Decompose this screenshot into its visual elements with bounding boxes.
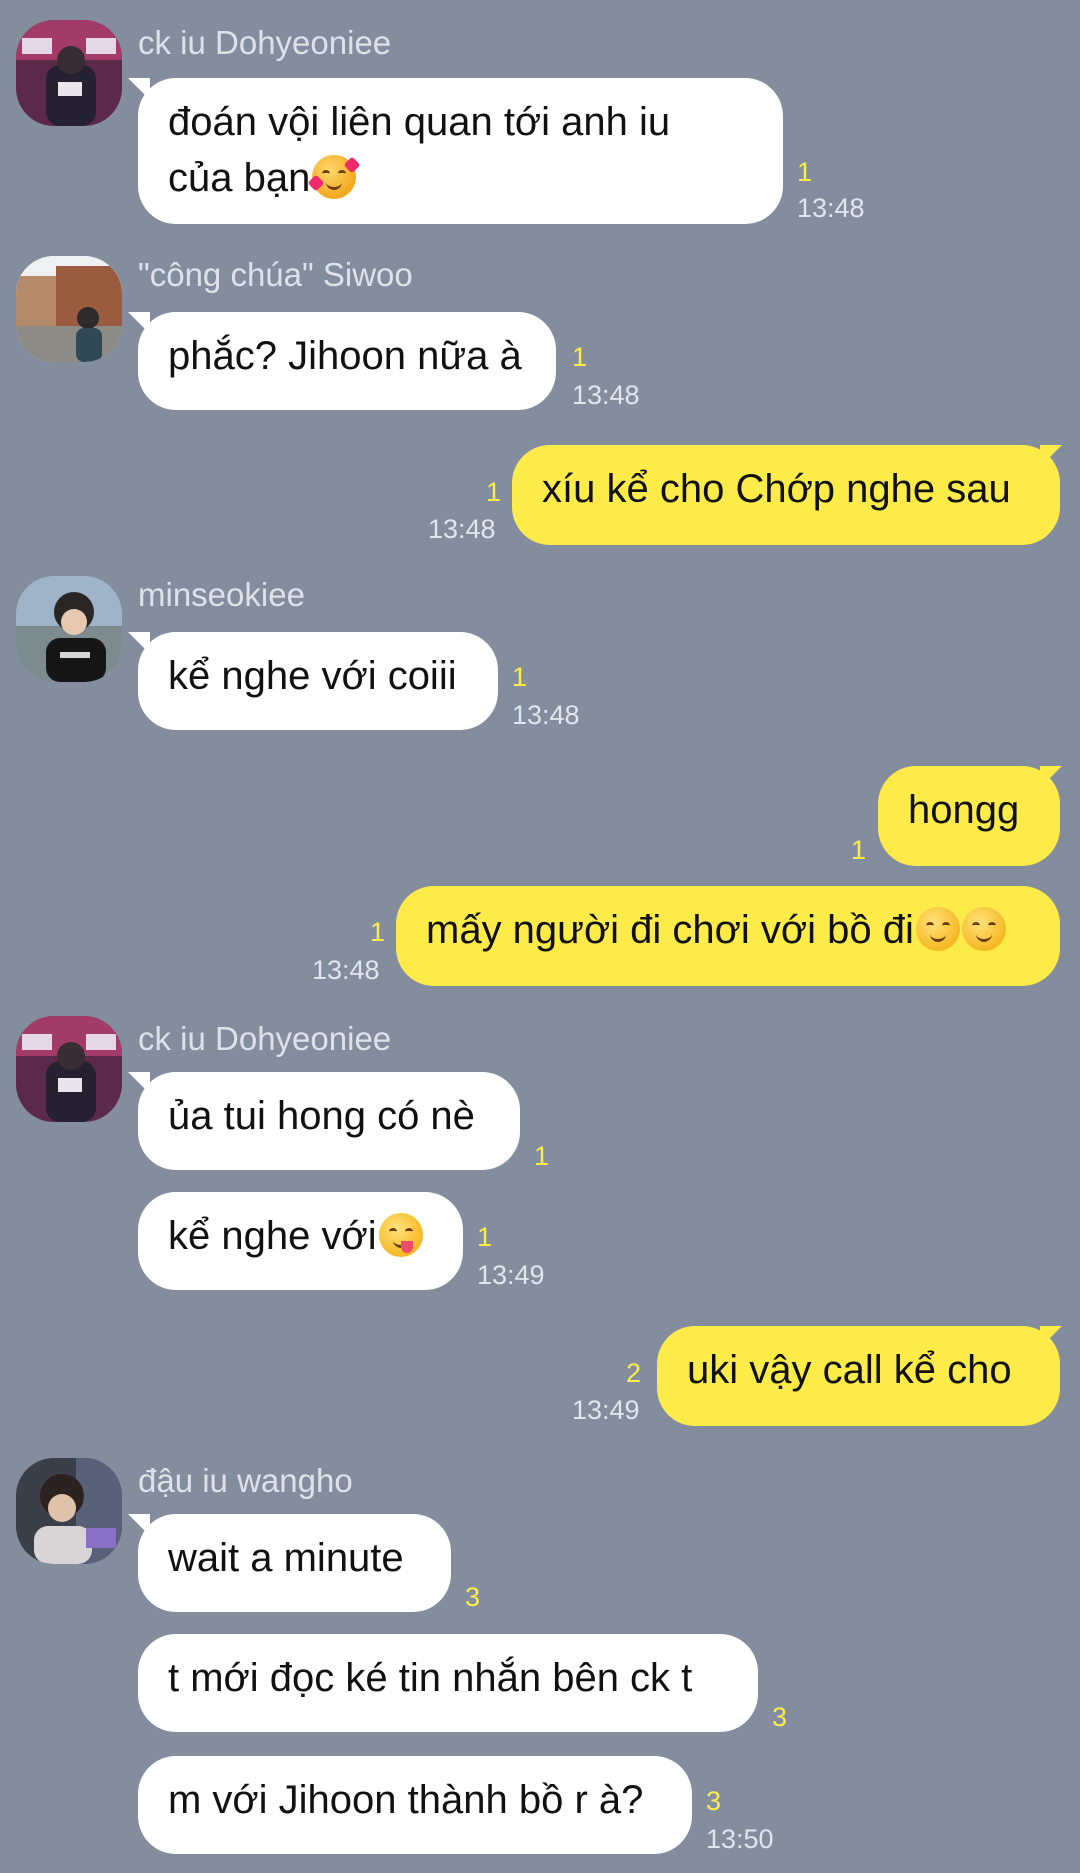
message-text: t mới đọc ké tin nhắn bên ck t: [168, 1656, 693, 1700]
message-text-line: đoán vội liên quan tới anh iu: [168, 100, 671, 144]
message-timestamp: 13:49: [477, 1260, 545, 1290]
unread-count: 1: [534, 1141, 550, 1171]
avatar-minseokiee[interactable]: [16, 576, 122, 682]
message-timestamp: 13:49: [572, 1395, 640, 1425]
unread-count: 1: [370, 917, 386, 947]
sender-name: đậu iu wangho: [138, 1462, 353, 1499]
message-text: kể nghe với: [168, 1214, 377, 1258]
message-text: m với Jihoon thành bồ r à?: [168, 1778, 644, 1822]
unread-count: 1: [851, 835, 867, 865]
unread-count: 1: [512, 662, 528, 692]
message-text: phắc? Jihoon nữa à: [168, 334, 522, 378]
smirking-face-emoji: [915, 907, 960, 951]
unread-count: 3: [706, 1786, 722, 1816]
message-bubble-incoming[interactable]: m với Jihoon thành bồ r à?: [138, 1756, 692, 1854]
message-timestamp: 13:48: [797, 193, 865, 223]
message-timestamp: 13:48: [572, 380, 640, 410]
smiling-face-with-hearts-emoji: [307, 155, 361, 199]
avatar-dohyeoniee-image: [16, 1016, 122, 1122]
avatar-minseokiee-image: [16, 576, 122, 682]
message-bubble-outgoing[interactable]: uki vậy call kể cho: [657, 1326, 1060, 1426]
message-bubble-outgoing[interactable]: xíu kể cho Chớp nghe sau: [512, 445, 1060, 545]
avatar-dohyeoniee[interactable]: [16, 20, 122, 126]
message-timestamp: 13:48: [312, 955, 380, 985]
message-text: kể nghe với coiii: [168, 654, 457, 698]
message-text: xíu kể cho Chớp nghe sau: [542, 467, 1011, 511]
message-text: uki vậy call kể cho: [687, 1348, 1012, 1392]
message-bubble-incoming[interactable]: wait a minute: [138, 1514, 451, 1612]
message-bubble-incoming[interactable]: đoán vội liên quan tới anh iu của bạn: [138, 78, 783, 224]
unread-count: 1: [797, 157, 813, 187]
message-bubble-outgoing[interactable]: mấy người đi chơi với bồ đi: [396, 886, 1060, 986]
sender-name: "công chúa" Siwoo: [138, 256, 413, 293]
smirking-face-emoji: [961, 907, 1006, 951]
message-bubble-incoming[interactable]: kể nghe với: [138, 1192, 463, 1290]
unread-count: 1: [477, 1222, 493, 1252]
avatar-dohyeoniee-image: [16, 20, 122, 126]
face-savoring-food-emoji: [378, 1213, 423, 1257]
message-text-line: của bạn: [168, 150, 753, 206]
message-bubble-incoming[interactable]: kể nghe với coiii: [138, 632, 498, 730]
message-bubble-outgoing[interactable]: hongg: [878, 766, 1060, 866]
message-timestamp: 13:48: [428, 514, 496, 544]
sender-name: ck iu Dohyeoniee: [138, 1020, 392, 1057]
sender-name: minseokiee: [138, 576, 305, 613]
unread-count: 1: [486, 477, 502, 507]
message-timestamp: 13:48: [512, 700, 580, 730]
avatar-siwoo[interactable]: [16, 256, 122, 362]
avatar-wangho-image: [16, 1458, 122, 1564]
message-text: hongg: [908, 788, 1020, 832]
unread-count: 3: [772, 1702, 788, 1732]
message-timestamp: 13:50: [706, 1824, 774, 1854]
unread-count: 2: [626, 1358, 642, 1388]
message-text: mấy người đi chơi với bồ đi: [426, 908, 914, 952]
message-bubble-incoming[interactable]: phắc? Jihoon nữa à: [138, 312, 556, 410]
unread-count: 3: [465, 1582, 481, 1612]
avatar-dohyeoniee[interactable]: [16, 1016, 122, 1122]
message-text: ủa tui hong có nè: [168, 1094, 475, 1138]
sender-name: ck iu Dohyeoniee: [138, 24, 392, 61]
message-bubble-incoming[interactable]: ủa tui hong có nè: [138, 1072, 520, 1170]
avatar-wangho[interactable]: [16, 1458, 122, 1564]
avatar-siwoo-image: [16, 256, 122, 362]
message-bubble-incoming[interactable]: t mới đọc ké tin nhắn bên ck t: [138, 1634, 758, 1732]
message-text: wait a minute: [168, 1536, 404, 1580]
unread-count: 1: [572, 342, 588, 372]
chat-message-list[interactable]: ck iu Dohyeoniee đoán vội liên quan tới …: [0, 0, 1080, 1873]
